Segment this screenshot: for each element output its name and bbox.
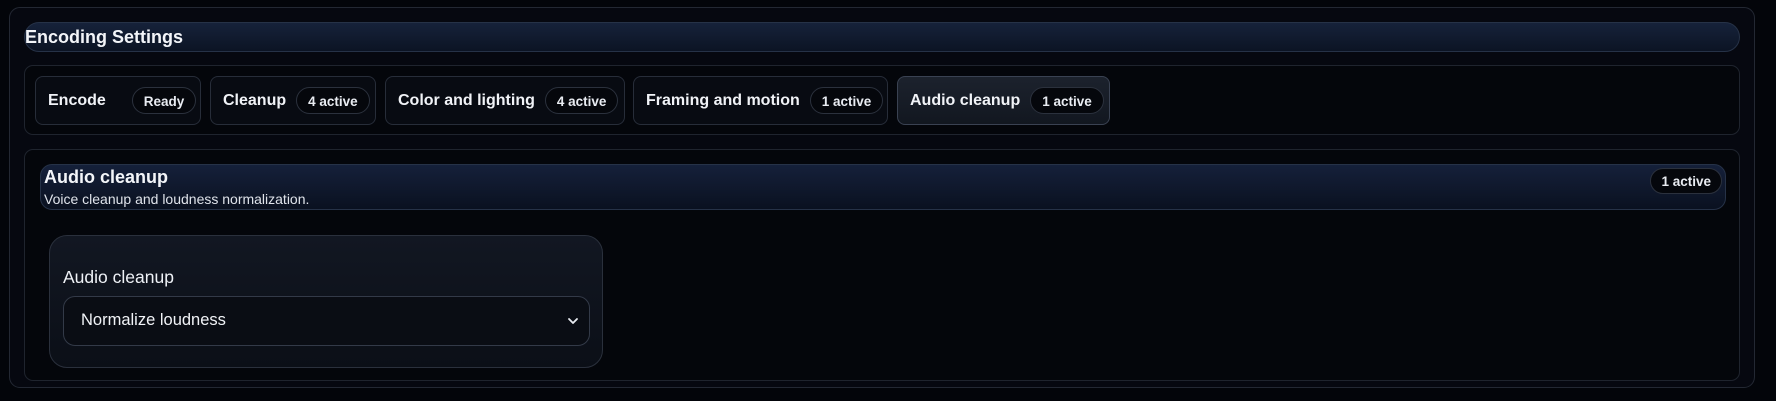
tab-label: Encode	[48, 91, 106, 109]
tab-cleanup[interactable]: Cleanup 4 active	[210, 76, 376, 125]
tab-framing-and-motion[interactable]: Framing and motion 1 active	[633, 76, 888, 125]
status-badge: 1 active	[1030, 87, 1104, 114]
status-badge: 4 active	[296, 87, 370, 114]
audio-cleanup-section: Audio cleanup Voice cleanup and loudness…	[24, 149, 1740, 381]
status-badge: 4 active	[544, 87, 619, 114]
audio-cleanup-card: Audio cleanup Normalize loudness	[49, 235, 603, 368]
settings-container: Encoding Settings Encode Ready Cleanup 4…	[9, 7, 1755, 388]
header-bar: Encoding Settings	[24, 22, 1740, 52]
tab-label: Color and lighting	[398, 91, 535, 109]
audio-cleanup-select[interactable]: Normalize loudness	[63, 296, 590, 346]
tab-audio-cleanup[interactable]: Audio cleanup 1 active	[897, 76, 1110, 125]
tab-label: Framing and motion	[646, 91, 800, 109]
page-title: Encoding Settings	[25, 27, 184, 47]
tab-bar: Encode Ready Cleanup 4 active Color and …	[24, 65, 1740, 135]
chevron-down-icon	[568, 318, 578, 324]
tab-label: Audio cleanup	[910, 91, 1021, 109]
section-title: Audio cleanup	[44, 167, 169, 187]
tab-color-and-lighting[interactable]: Color and lighting 4 active	[385, 76, 625, 125]
section-status-badge: 1 active	[1650, 168, 1722, 194]
section-header: Audio cleanup Voice cleanup and loudness…	[40, 164, 1726, 210]
tab-label: Cleanup	[223, 91, 287, 109]
tab-encode[interactable]: Encode Ready	[35, 76, 201, 125]
status-badge: Ready	[131, 87, 197, 114]
audio-cleanup-label: Audio cleanup	[63, 267, 174, 287]
section-description: Voice cleanup and loudness normalization…	[44, 191, 310, 207]
status-badge: 1 active	[809, 87, 884, 114]
audio-cleanup-select-value: Normalize loudness	[81, 311, 226, 329]
